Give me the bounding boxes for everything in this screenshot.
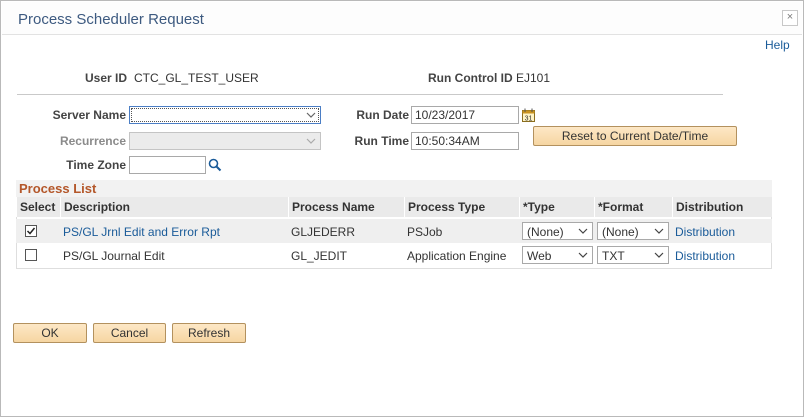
table-row: PS/GL Jrnl Edit and Error Rpt GLJEDERR P…: [16, 219, 772, 243]
run-time-input[interactable]: [411, 132, 519, 150]
server-name-select[interactable]: [129, 106, 321, 124]
process-type: PSJob: [407, 225, 443, 239]
column-header-distribution: Distribution: [672, 197, 772, 217]
table-row: PS/GL Journal Edit GL_JEDIT Application …: [16, 243, 772, 267]
chevron-down-icon: [578, 228, 588, 234]
format-value: TXT: [602, 249, 625, 263]
run-date-label: Run Date: [356, 108, 409, 122]
format-select[interactable]: (None): [597, 222, 669, 240]
dialog-title: Process Scheduler Request: [18, 11, 204, 28]
process-description-link[interactable]: PS/GL Jrnl Edit and Error Rpt: [63, 225, 220, 239]
distribution-link[interactable]: Distribution: [675, 249, 735, 263]
column-header-format: *Format: [594, 197, 672, 217]
process-type: Application Engine: [407, 249, 507, 263]
reset-date-time-button[interactable]: Reset to Current Date/Time: [533, 126, 737, 146]
chevron-down-icon: [306, 112, 316, 118]
calendar-icon[interactable]: 31: [522, 108, 535, 122]
recurrence-label: Recurrence: [59, 134, 126, 148]
checkmark-icon: [26, 227, 36, 235]
type-select[interactable]: Web: [522, 246, 593, 264]
column-header-process-name: Process Name: [288, 197, 404, 217]
help-link[interactable]: Help: [765, 38, 790, 52]
user-id-value: CTC_GL_TEST_USER: [134, 71, 259, 85]
format-value: (None): [602, 225, 639, 239]
chevron-down-icon: [578, 252, 588, 258]
chevron-down-icon: [654, 252, 664, 258]
row-select-checkbox[interactable]: [25, 249, 37, 261]
run-date-input[interactable]: [411, 106, 519, 124]
chevron-down-icon: [654, 228, 664, 234]
type-value: (None): [527, 225, 564, 239]
process-scheduler-dialog: Process Scheduler Request × Help User ID…: [0, 0, 804, 417]
search-icon[interactable]: [208, 158, 222, 172]
column-header-process-type: Process Type: [404, 197, 519, 217]
cancel-button[interactable]: Cancel: [93, 323, 166, 343]
grid-border-bottom: [16, 268, 772, 269]
run-control-id-label: Run Control ID: [428, 71, 513, 85]
column-header-select: Select: [16, 197, 60, 217]
column-header-description: Description: [60, 197, 288, 217]
run-time-label: Run Time: [354, 134, 409, 148]
process-name: GLJEDERR: [291, 225, 356, 239]
type-value: Web: [527, 249, 552, 263]
run-control-id-value: EJ101: [516, 71, 551, 85]
type-select[interactable]: (None): [522, 222, 593, 240]
process-list-title: Process List: [16, 180, 772, 197]
close-icon[interactable]: ×: [782, 10, 798, 26]
server-name-label: Server Name: [52, 108, 126, 122]
recurrence-select[interactable]: [129, 132, 321, 150]
chevron-down-icon: [306, 138, 316, 144]
distribution-link[interactable]: Distribution: [675, 225, 735, 239]
process-name: GL_JEDIT: [291, 249, 348, 263]
time-zone-label: Time Zone: [66, 158, 126, 172]
user-id-label: User ID: [85, 71, 128, 85]
ok-button[interactable]: OK: [13, 323, 87, 343]
column-header-type: *Type: [519, 197, 594, 217]
row-select-checkbox[interactable]: [25, 225, 37, 237]
title-bar: Process Scheduler Request ×: [2, 2, 802, 35]
time-zone-input[interactable]: [129, 156, 206, 174]
divider: [17, 94, 723, 95]
refresh-button[interactable]: Refresh: [172, 323, 246, 343]
svg-text:31: 31: [525, 116, 533, 123]
format-select[interactable]: TXT: [597, 246, 669, 264]
process-description: PS/GL Journal Edit: [63, 249, 165, 263]
